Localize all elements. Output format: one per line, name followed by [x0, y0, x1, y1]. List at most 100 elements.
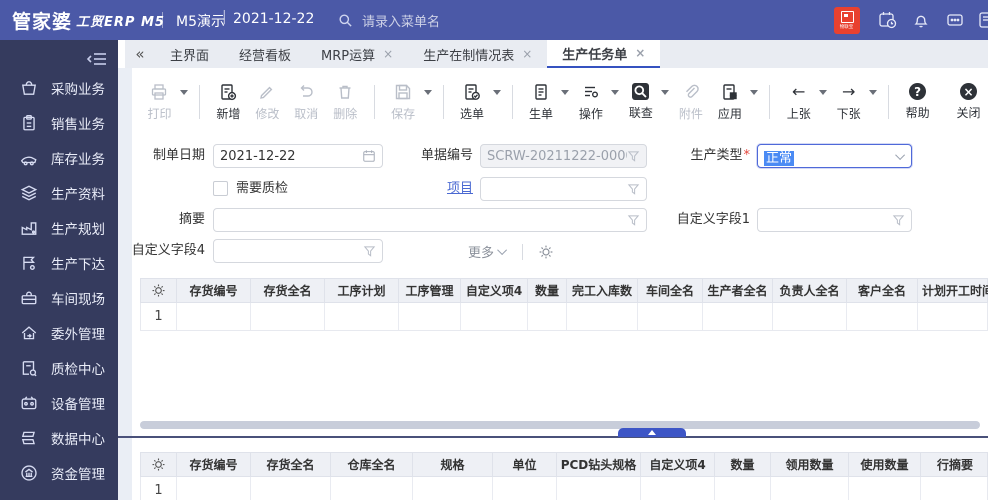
table-cell[interactable]: [325, 303, 399, 330]
table-cell[interactable]: [493, 477, 557, 500]
table-cell[interactable]: [413, 477, 493, 500]
production-type-select[interactable]: 正常: [757, 144, 912, 168]
sidebar-item-sales[interactable]: 销售业务: [0, 105, 118, 140]
bell-icon[interactable]: [912, 0, 930, 40]
close-tab-icon[interactable]: ×: [383, 47, 393, 61]
column-header[interactable]: 领用数量: [771, 453, 849, 476]
table-cell[interactable]: [251, 477, 331, 500]
column-header[interactable]: 计划开工时间: [918, 279, 988, 302]
dropdown-caret-icon[interactable]: [561, 90, 570, 95]
tab-mrp[interactable]: MRP运算 ×: [306, 40, 408, 68]
previous-record-button[interactable]: ← 上张: [779, 83, 818, 122]
splitter-line[interactable]: [118, 436, 988, 438]
sidebar-item-production-dispatch[interactable]: 生产下达: [0, 245, 118, 280]
table-cell[interactable]: [557, 477, 641, 500]
column-header[interactable]: 生产者全名: [703, 279, 773, 302]
table-cell[interactable]: [849, 477, 921, 500]
tab-wip-report[interactable]: 生产在制情况表 ×: [408, 40, 547, 68]
qc-required-checkbox[interactable]: [213, 181, 228, 196]
sidebar-item-inventory[interactable]: 库存业务: [0, 140, 118, 175]
table-cell[interactable]: [461, 303, 528, 330]
sidebar-item-production-planning[interactable]: 生产规划: [0, 210, 118, 245]
column-header[interactable]: 负责人全名: [773, 279, 847, 302]
column-header[interactable]: 工序管理: [399, 279, 461, 302]
tab-dashboard[interactable]: 经营看板: [224, 40, 306, 68]
column-header[interactable]: 数量: [528, 279, 567, 302]
filter-icon[interactable]: [363, 245, 376, 258]
table-cell[interactable]: [715, 477, 771, 500]
table-cell[interactable]: [177, 303, 251, 330]
tab-home[interactable]: 主界面: [155, 40, 224, 68]
delete-button[interactable]: 删除: [326, 83, 365, 122]
table-cell[interactable]: [638, 303, 703, 330]
table-cell[interactable]: [918, 303, 988, 330]
dropdown-caret-icon[interactable]: [179, 90, 188, 95]
add-button[interactable]: 新增: [209, 83, 248, 122]
print-button[interactable]: 打印: [140, 83, 179, 122]
grid-settings-gear-icon[interactable]: [141, 453, 177, 476]
sidebar-item-shopfloor[interactable]: 车间现场: [0, 280, 118, 315]
column-header[interactable]: 自定义项4: [461, 279, 528, 302]
collapse-menu-icon[interactable]: [86, 50, 108, 68]
schedule-icon[interactable]: [878, 0, 898, 40]
attachment-button[interactable]: 附件: [671, 83, 710, 122]
column-header[interactable]: 存货编号: [177, 279, 251, 302]
column-header[interactable]: 使用数量: [849, 453, 921, 476]
table-cell[interactable]: [847, 303, 918, 330]
close-tab-icon[interactable]: ×: [522, 47, 532, 61]
edit-button[interactable]: 修改: [248, 83, 287, 122]
column-header[interactable]: 规格: [413, 453, 493, 476]
dropdown-caret-icon[interactable]: [423, 90, 432, 95]
table-cell[interactable]: [331, 477, 413, 500]
doc-date-input[interactable]: 2021-12-22: [213, 144, 383, 168]
sidebar-item-finance[interactable]: 资金管理: [0, 455, 118, 490]
column-header[interactable]: 自定义项4: [641, 453, 715, 476]
message-icon[interactable]: [946, 0, 964, 40]
dropdown-caret-icon[interactable]: [869, 90, 878, 95]
close-tab-icon[interactable]: ×: [635, 46, 645, 60]
cancel-button[interactable]: 取消: [287, 83, 326, 122]
wulianbao-badge-icon[interactable]: 物联宝: [834, 7, 860, 34]
column-header[interactable]: 车间全名: [638, 279, 703, 302]
custom-field1-input[interactable]: [757, 208, 912, 232]
more-fields-toggle[interactable]: 更多: [468, 242, 554, 261]
menu-search-input[interactable]: 请录入菜单名: [338, 0, 440, 40]
table-cell[interactable]: [528, 303, 567, 330]
table-row[interactable]: 1: [140, 477, 988, 500]
select-order-button[interactable]: 选单: [453, 83, 492, 122]
sidebar-item-production-data[interactable]: 生产资料: [0, 175, 118, 210]
form-settings-gear-icon[interactable]: [538, 244, 554, 260]
sidebar-item-purchase[interactable]: 采购业务: [0, 70, 118, 105]
column-header[interactable]: 存货全名: [251, 279, 325, 302]
sidebar-item-outsourcing[interactable]: 委外管理: [0, 315, 118, 350]
save-button[interactable]: 保存: [384, 83, 423, 122]
table-cell[interactable]: [703, 303, 773, 330]
filter-icon[interactable]: [892, 214, 905, 227]
column-header[interactable]: 仓库全名: [331, 453, 413, 476]
column-header[interactable]: 数量: [715, 453, 771, 476]
table-cell[interactable]: [177, 477, 251, 500]
filter-icon[interactable]: [627, 183, 640, 196]
splitter-collapse-handle[interactable]: [618, 428, 686, 437]
filter-icon[interactable]: [627, 214, 640, 227]
dropdown-caret-icon[interactable]: [492, 90, 501, 95]
custom-field4-input[interactable]: [213, 239, 383, 263]
sidebar-item-quality[interactable]: 质检中心: [0, 350, 118, 385]
operations-button[interactable]: 操作: [571, 83, 610, 122]
tab-scroll-left-icon[interactable]: «: [125, 40, 155, 68]
table-cell[interactable]: [567, 303, 638, 330]
table-cell[interactable]: [399, 303, 461, 330]
column-header[interactable]: 工序计划: [325, 279, 399, 302]
dropdown-caret-icon[interactable]: [611, 90, 620, 95]
column-header[interactable]: 完工入库数: [567, 279, 638, 302]
table-cell[interactable]: [641, 477, 715, 500]
column-header[interactable]: 存货全名: [251, 453, 331, 476]
table-cell[interactable]: [771, 477, 849, 500]
dropdown-caret-icon[interactable]: [661, 90, 670, 95]
close-button[interactable]: × 关闭: [949, 83, 988, 121]
calendar-icon[interactable]: [362, 149, 376, 163]
table-cell[interactable]: [921, 477, 988, 500]
link-query-button[interactable]: 联查: [621, 83, 660, 121]
apply-button[interactable]: 应用: [710, 83, 749, 122]
table-row[interactable]: 1: [140, 303, 988, 331]
